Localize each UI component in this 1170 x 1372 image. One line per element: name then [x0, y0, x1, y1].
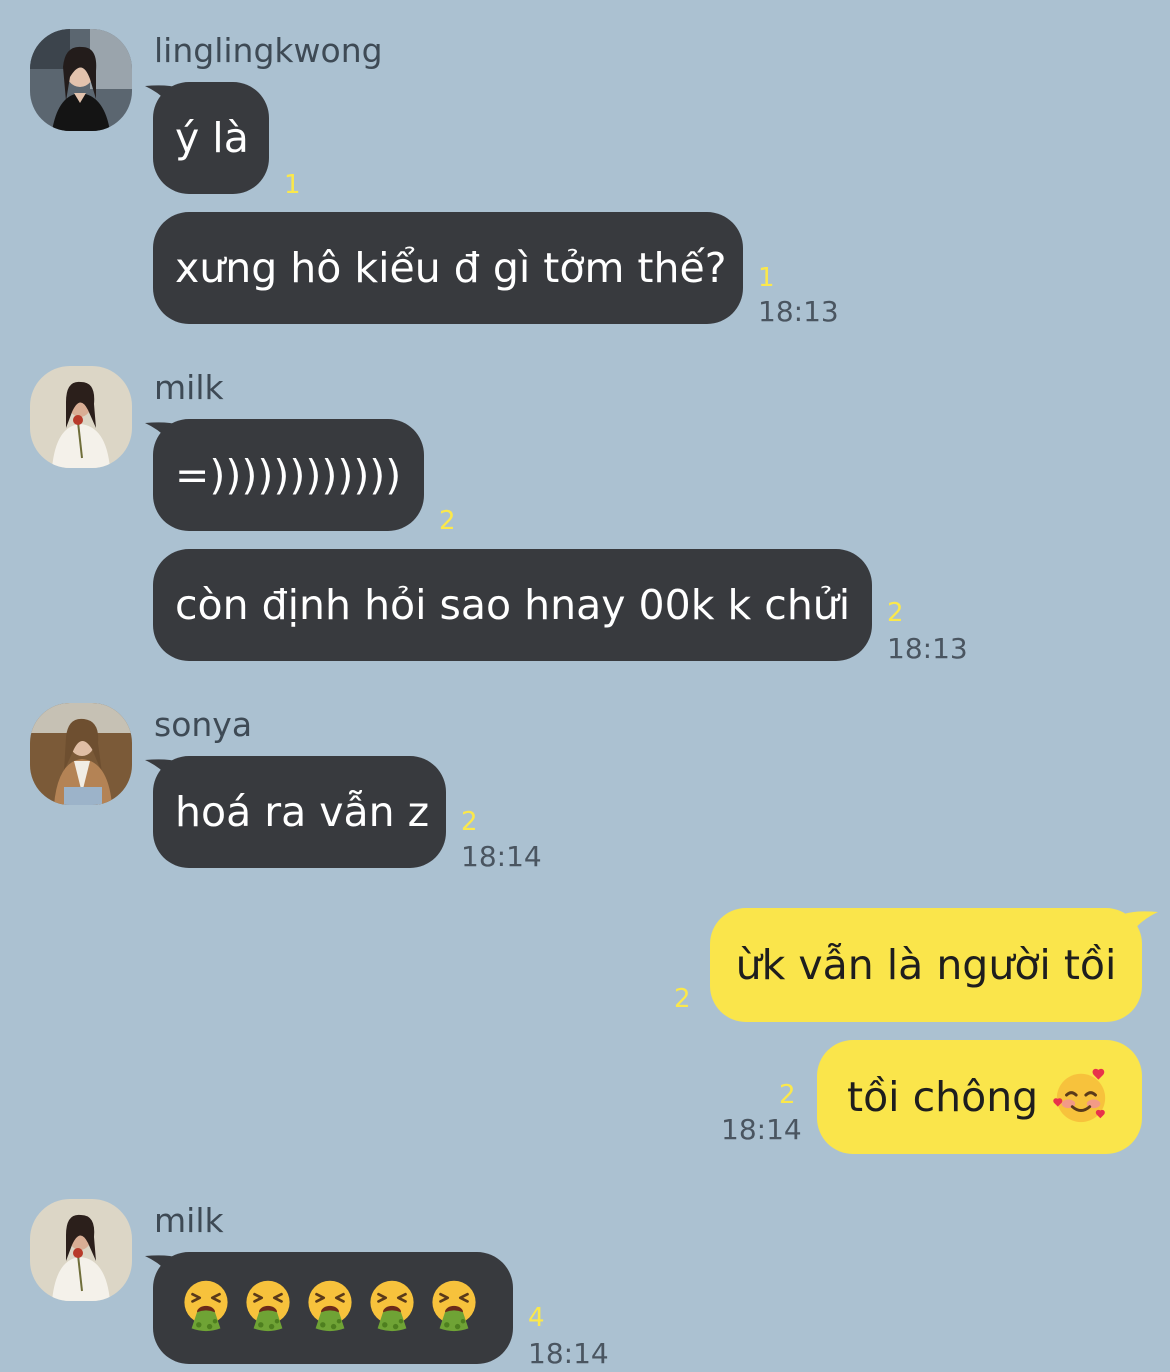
sender-name: linglingkwong [154, 31, 383, 70]
message-bubble[interactable]: tồi chông [817, 1040, 1142, 1154]
unread-count: 2 [439, 506, 456, 536]
message-bubble[interactable]: ý là [153, 82, 269, 194]
sender-name: sonya [154, 705, 253, 744]
face-vomiting-icon [427, 1278, 481, 1339]
message-text: hoá ra vẫn z [175, 787, 430, 836]
message-bubble[interactable]: còn định hỏi sao hnay 00k k chửi [153, 549, 872, 661]
avatar-milk[interactable] [30, 366, 132, 468]
message-bubble[interactable]: ừk vẫn là người tồi [710, 908, 1142, 1022]
face-vomiting-icon [365, 1278, 419, 1339]
profile-photo-icon [30, 1199, 132, 1301]
avatar-sonya[interactable] [30, 703, 132, 805]
profile-photo-icon [30, 366, 132, 468]
message-bubble[interactable]: xưng hô kiểu đ gì tởm thế? [153, 212, 743, 324]
message-text: tồi chông [847, 1072, 1039, 1121]
message-bubble[interactable]: hoá ra vẫn z [153, 756, 446, 868]
message-text: còn định hỏi sao hnay 00k k chửi [175, 580, 851, 629]
unread-count: 2 [887, 598, 904, 628]
profile-photo-icon [30, 29, 132, 131]
unread-count: 1 [284, 170, 301, 200]
message-text: xưng hô kiểu đ gì tởm thế? [175, 243, 727, 292]
sender-name: milk [154, 1201, 224, 1240]
message-text: =)))))))))))) [175, 450, 402, 499]
avatar-linglingkwong[interactable] [30, 29, 132, 131]
face-vomiting-icon [303, 1278, 357, 1339]
message-timestamp: 18:14 [528, 1337, 609, 1370]
message-timestamp: 18:13 [758, 295, 839, 328]
smiling-face-with-hearts-icon [1052, 1068, 1110, 1126]
sender-name: milk [154, 368, 224, 407]
profile-photo-icon [30, 703, 132, 805]
unread-count: 1 [758, 263, 775, 293]
message-timestamp: 18:13 [887, 632, 968, 665]
avatar-milk[interactable] [30, 1199, 132, 1301]
message-text: ý là [175, 113, 249, 162]
face-vomiting-icon [241, 1278, 295, 1339]
unread-count: 2 [461, 807, 478, 837]
message-timestamp: 18:14 [461, 840, 542, 873]
unread-count: 2 [674, 984, 691, 1014]
message-timestamp: 18:14 [721, 1113, 802, 1146]
unread-count: 2 [779, 1080, 796, 1110]
message-text: ừk vẫn là người tồi [735, 940, 1117, 989]
face-vomiting-icon [179, 1278, 233, 1339]
unread-count: 4 [528, 1303, 545, 1333]
message-bubble[interactable] [153, 1252, 513, 1364]
message-bubble[interactable]: =)))))))))))) [153, 419, 424, 531]
